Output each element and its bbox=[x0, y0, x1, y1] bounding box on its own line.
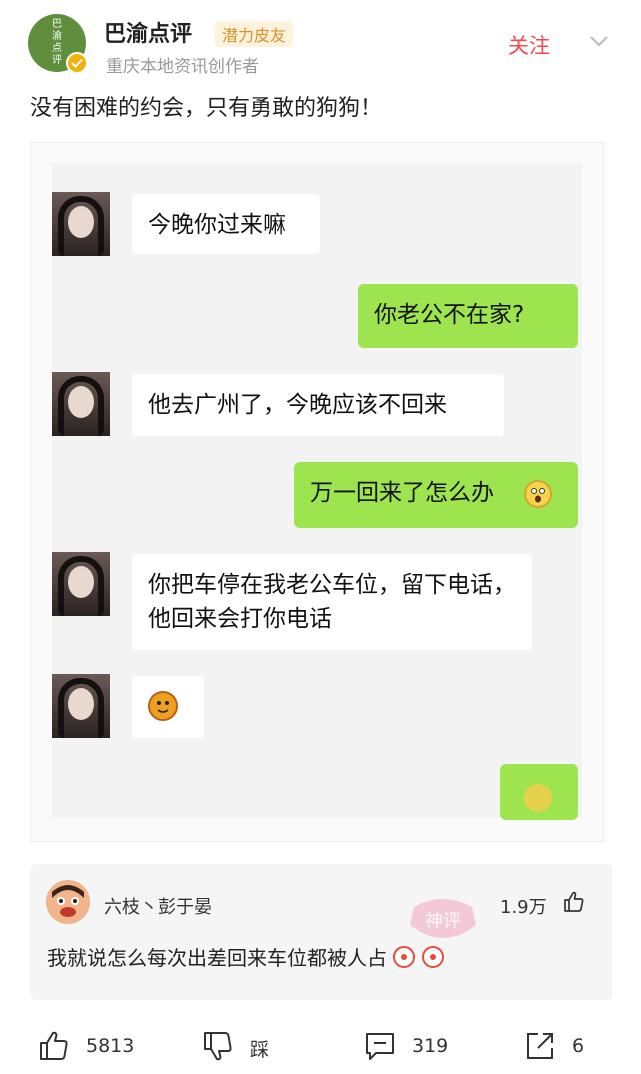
chat-bubble-left bbox=[132, 676, 204, 738]
chevron-down-icon[interactable] bbox=[588, 33, 610, 49]
commenter-name[interactable]: 六枝丶彭于晏 bbox=[104, 893, 212, 919]
like-icon[interactable] bbox=[38, 1030, 70, 1062]
verified-icon bbox=[66, 52, 88, 74]
post-title: 没有困难的约会，只有勇敢的狗狗！ bbox=[30, 96, 383, 121]
scared-face-icon bbox=[524, 480, 552, 508]
thumbs-up-icon[interactable] bbox=[562, 890, 586, 914]
commenter-avatar[interactable] bbox=[46, 880, 90, 924]
tiger-emoji-icon bbox=[148, 691, 178, 721]
chat-avatar bbox=[52, 192, 110, 256]
chat-bubble-left: 今晚你过来嘛 bbox=[132, 194, 320, 254]
share-icon[interactable] bbox=[524, 1030, 556, 1062]
author-name[interactable]: 巴渝点评 bbox=[104, 16, 192, 48]
hot-comment[interactable] bbox=[30, 864, 612, 1000]
comment-icon[interactable] bbox=[364, 1030, 396, 1062]
watermark-stamp: 神评 bbox=[406, 895, 480, 945]
dog-emoji-icon bbox=[524, 784, 552, 812]
author-badge: 潜力皮友 bbox=[215, 21, 294, 47]
chat-bubble-right bbox=[500, 764, 578, 820]
author-description: 重庆本地资讯创作者 bbox=[106, 57, 259, 77]
chat-bubble-left: 他去广州了，今晚应该不回来 bbox=[132, 374, 504, 436]
dislike-icon[interactable] bbox=[202, 1030, 234, 1062]
chat-bubble-left: 你把车停在我老公车位，留下电话，他回来会打你电话 bbox=[132, 554, 532, 650]
chat-avatar bbox=[52, 674, 110, 738]
comment-like-count: 1.9万 bbox=[500, 897, 547, 918]
clown-face-icon bbox=[393, 946, 416, 968]
svg-text:神评: 神评 bbox=[425, 911, 461, 932]
chat-avatar bbox=[52, 372, 110, 436]
follow-button[interactable]: 关注 bbox=[508, 30, 550, 60]
share-count[interactable]: 6 bbox=[572, 1035, 584, 1057]
like-count[interactable]: 5813 bbox=[86, 1035, 134, 1057]
chat-avatar bbox=[52, 552, 110, 616]
dislike-label[interactable]: 踩 bbox=[250, 1035, 269, 1062]
comment-count[interactable]: 319 bbox=[412, 1035, 448, 1057]
comment-text: 我就说怎么每次出差回来车位都被人占 bbox=[47, 942, 444, 971]
clown-face-icon bbox=[421, 946, 444, 968]
chat-message-text: 万一回来了怎么办 bbox=[310, 480, 494, 506]
chat-bubble-right: 你老公不在家? bbox=[358, 284, 578, 348]
